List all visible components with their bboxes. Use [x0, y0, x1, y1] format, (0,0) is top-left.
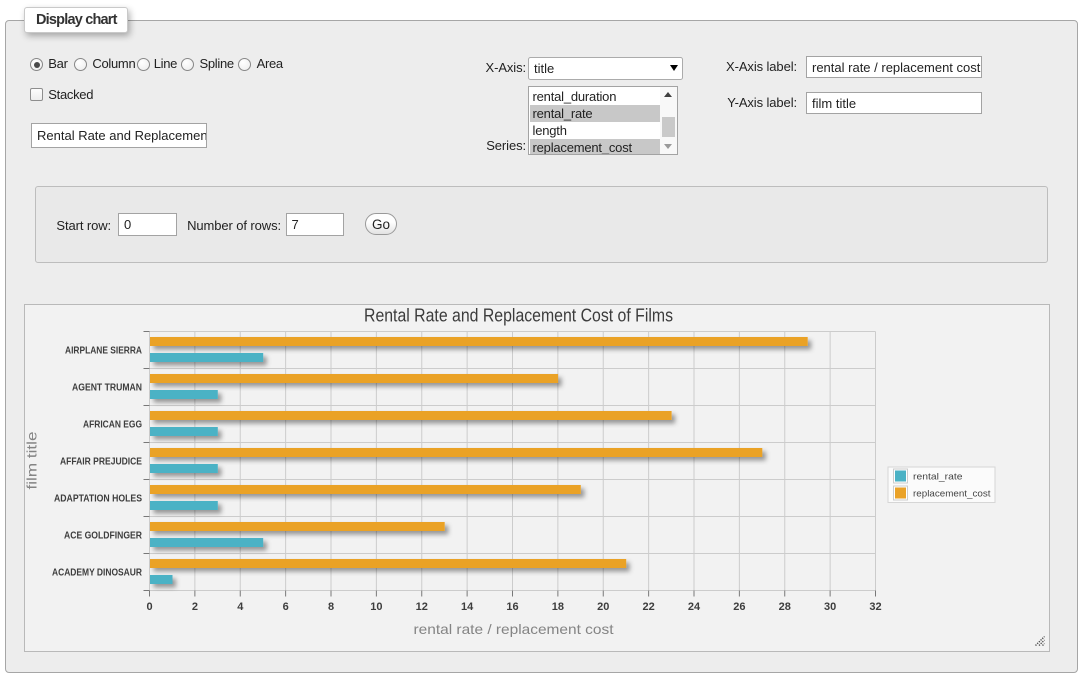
- svg-text:ACE GOLDFINGER: ACE GOLDFINGER: [64, 531, 143, 542]
- svg-text:26: 26: [733, 601, 745, 613]
- svg-text:2: 2: [192, 601, 198, 613]
- svg-text:8: 8: [328, 601, 334, 613]
- svg-text:film title: film title: [25, 431, 40, 489]
- svg-text:ACADEMY DINOSAUR: ACADEMY DINOSAUR: [52, 568, 143, 579]
- svg-text:ADAPTATION HOLES: ADAPTATION HOLES: [54, 494, 142, 505]
- svg-text:AFFAIR PREJUDICE: AFFAIR PREJUDICE: [60, 457, 142, 468]
- svg-text:rental rate / replacement cost: rental rate / replacement cost: [414, 621, 614, 637]
- svg-text:30: 30: [824, 601, 836, 613]
- svg-text:4: 4: [237, 601, 244, 613]
- svg-text:10: 10: [370, 601, 382, 613]
- svg-text:28: 28: [779, 601, 791, 613]
- svg-text:18: 18: [552, 601, 564, 613]
- svg-text:AFRICAN EGG: AFRICAN EGG: [83, 420, 142, 431]
- svg-text:replacement_cost: replacement_cost: [913, 489, 991, 500]
- svg-text:6: 6: [283, 601, 289, 613]
- svg-text:14: 14: [461, 601, 474, 613]
- svg-text:0: 0: [146, 601, 152, 613]
- svg-text:32: 32: [869, 601, 881, 613]
- svg-text:rental_rate: rental_rate: [913, 472, 963, 483]
- svg-text:20: 20: [597, 601, 609, 613]
- svg-text:Rental Rate and Replacement Co: Rental Rate and Replacement Cost of Film…: [364, 305, 673, 326]
- svg-text:AIRPLANE SIERRA: AIRPLANE SIERRA: [65, 346, 142, 357]
- svg-text:12: 12: [416, 601, 428, 613]
- svg-text:16: 16: [506, 601, 518, 613]
- svg-text:24: 24: [688, 601, 701, 613]
- svg-text:AGENT TRUMAN: AGENT TRUMAN: [72, 383, 142, 394]
- svg-text:22: 22: [643, 601, 655, 613]
